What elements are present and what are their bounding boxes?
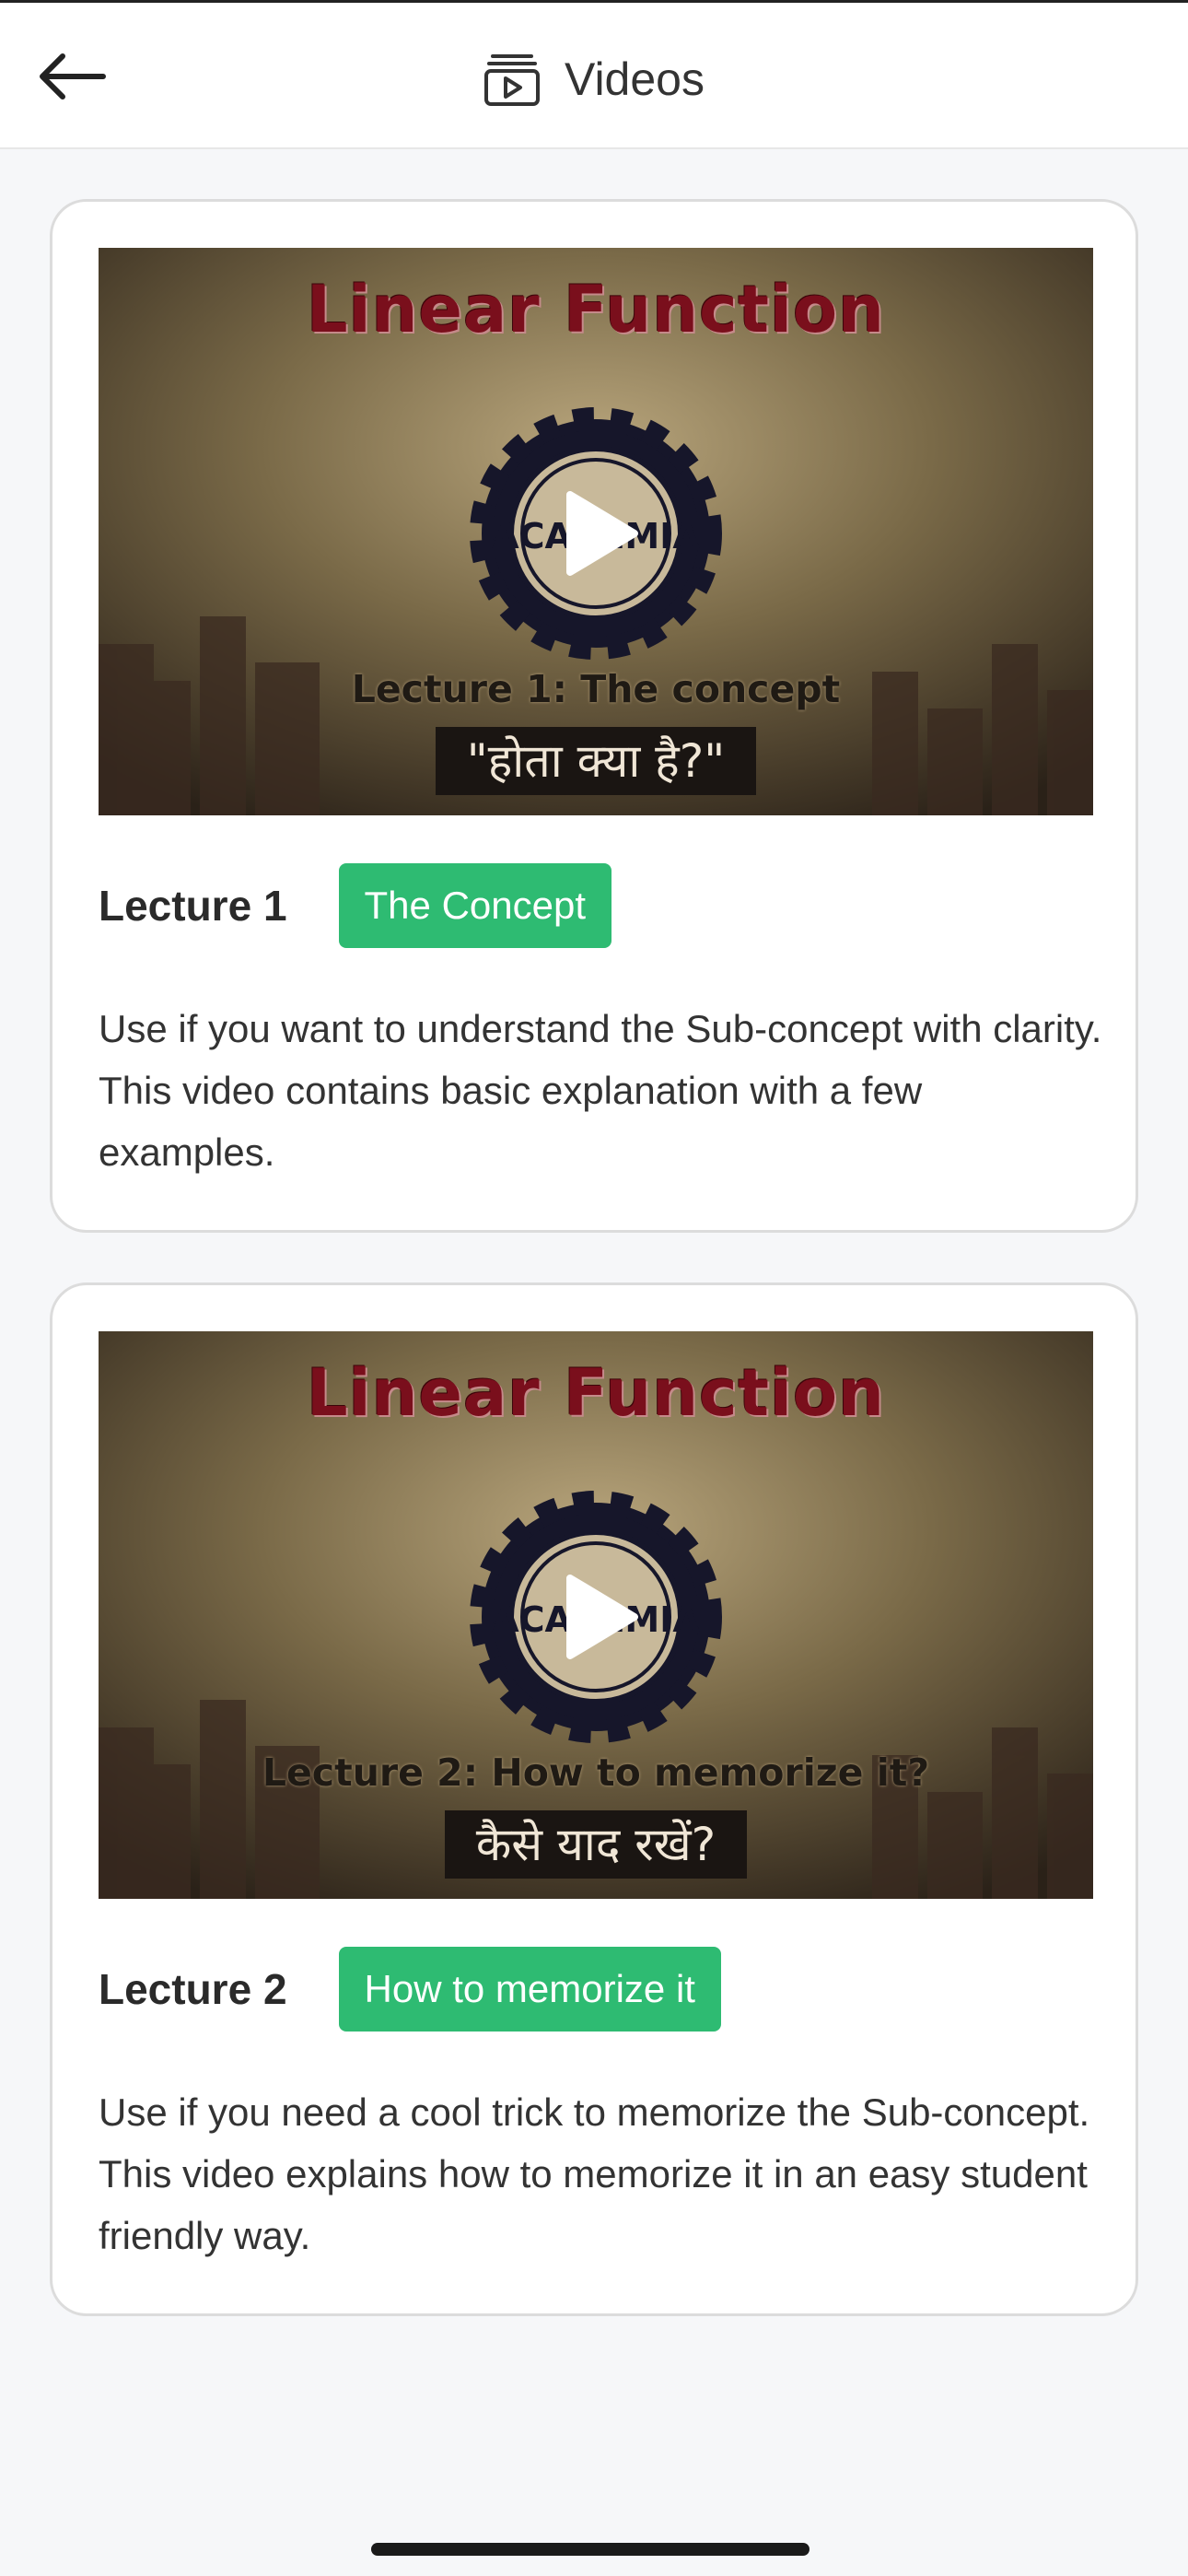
video-thumbnail[interactable]: ACADEMIA Linear Function Lecture 2: How … [99,1331,1093,1899]
lecture-row: Lecture 1 The Concept [99,863,612,948]
top-app-bar: Videos [0,0,1188,149]
video-card: ACADEMIA Linear Function Lecture 1: The … [50,199,1138,1233]
lecture-label: Lecture 2 [99,1965,287,2013]
lecture-description: Use if you want to understand the Sub-co… [99,1007,1102,1174]
lecture-tag: The Concept [338,863,612,948]
lecture-description: Use if you need a cool trick to memorize… [99,2090,1090,2257]
lecture-tag: How to memorize it [338,1947,721,2032]
video-thumbnail[interactable]: ACADEMIA Linear Function Lecture 1: The … [99,248,1093,815]
lecture-label: Lecture 1 [99,882,287,930]
page-header: Videos [0,38,1188,121]
lecture-row: Lecture 2 How to memorize it [99,1947,721,2032]
play-icon[interactable] [99,248,1093,815]
page-title: Videos [565,53,705,105]
video-card: ACADEMIA Linear Function Lecture 2: How … [50,1282,1138,2316]
video-library-icon [484,54,540,106]
home-indicator[interactable] [371,2543,809,2556]
play-icon[interactable] [99,1331,1093,1899]
